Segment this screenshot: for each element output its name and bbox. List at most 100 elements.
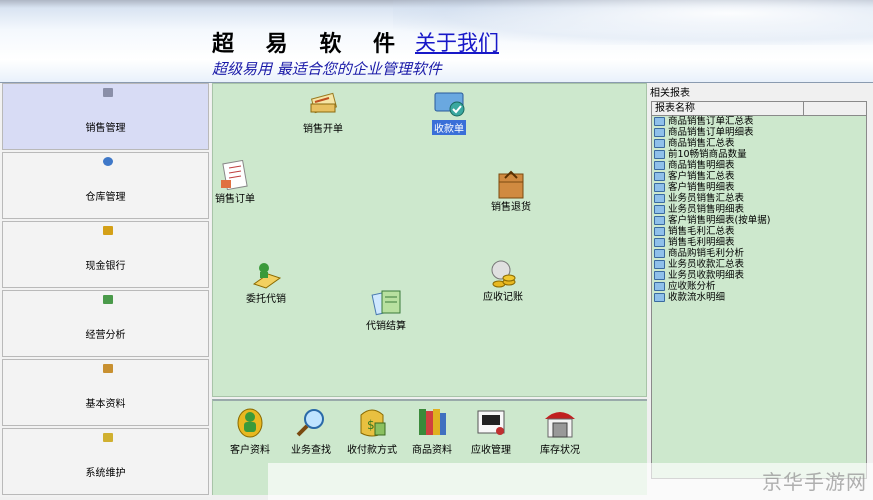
nav-item-label: 销售管理 <box>85 123 126 134</box>
nav-item-label: 经营分析 <box>85 330 126 341</box>
ws-receipt[interactable]: 收款单 <box>432 90 466 135</box>
receipt-icon <box>433 90 465 118</box>
receivable-manage-icon <box>474 405 508 439</box>
report-icon <box>654 249 665 258</box>
related-reports-panel: 相关报表 报表名称 商品销售订单汇总表 商品销售订单明细表 商品销售汇总表 前10畅销… <box>649 83 871 497</box>
report-icon <box>654 139 665 148</box>
report-list-item[interactable]: 商品销售订单明细表 <box>654 127 866 138</box>
nav-item-label: 基本资料 <box>85 399 126 410</box>
tb-inventory-status[interactable]: 库存状况 <box>540 405 580 456</box>
warehouse-icon <box>103 157 113 166</box>
consignment-settlement-icon <box>370 287 402 316</box>
sales-order-icon <box>219 159 251 191</box>
customer-icon <box>233 405 267 439</box>
report-list-item[interactable]: 销售毛利明细表 <box>654 237 866 248</box>
report-label: 业务员收款汇总表 <box>668 259 745 270</box>
maintenance-icon <box>103 433 113 442</box>
tb-business-search[interactable]: 业务查找 <box>291 405 331 456</box>
ws-consignment-settlement[interactable]: 代销结算 <box>366 287 406 332</box>
inventory-icon <box>543 405 577 439</box>
nav-item-label: 系统维护 <box>85 468 126 479</box>
watermark: 京华手游网 <box>762 470 867 494</box>
tb-receivable-manage[interactable]: 应收管理 <box>471 405 511 456</box>
report-icon <box>654 161 665 170</box>
reports-items: 商品销售订单汇总表 商品销售订单明细表 商品销售汇总表 前10畅销商品数量 商品销售明细… <box>652 116 866 303</box>
report-label: 应收账分析 <box>668 281 716 292</box>
report-label: 销售毛利明细表 <box>668 237 735 248</box>
report-icon <box>654 238 665 247</box>
report-label: 商品销售汇总表 <box>668 138 735 149</box>
report-label: 收款流水明细 <box>668 292 726 303</box>
report-list-item[interactable]: 前10畅销商品数量 <box>654 149 866 160</box>
nav-item-sales[interactable]: 销售管理 <box>2 83 209 150</box>
about-us-link[interactable]: 关于我们 <box>415 27 499 57</box>
report-label: 业务员销售汇总表 <box>668 193 745 204</box>
report-list-item[interactable]: 收款流水明细 <box>654 292 866 303</box>
ws-sales-return[interactable]: 销售退货 <box>491 168 531 213</box>
report-list-item[interactable]: 业务员销售明细表 <box>654 204 866 215</box>
report-list-item[interactable]: 应收账分析 <box>654 281 866 292</box>
report-label: 商品销售订单明细表 <box>668 127 754 138</box>
sales-invoice-icon <box>307 90 339 118</box>
report-icon <box>654 282 665 291</box>
report-label: 客户销售明细表 <box>668 182 735 193</box>
report-list-item[interactable]: 客户销售明细表(按单据) <box>654 215 866 226</box>
report-label: 业务员销售明细表 <box>668 204 745 215</box>
payment-method-icon: $ <box>355 405 389 439</box>
sales-icon <box>103 88 113 97</box>
product-icon <box>415 405 449 439</box>
data-icon <box>103 364 113 373</box>
nav-item-cash-bank[interactable]: 现金银行 <box>2 221 209 288</box>
report-list-item[interactable]: 商品销售汇总表 <box>654 138 866 149</box>
nav-item-label: 仓库管理 <box>85 192 126 203</box>
report-label: 前10畅销商品数量 <box>668 149 747 160</box>
report-list-item[interactable]: 业务员收款汇总表 <box>654 259 866 270</box>
report-list-item[interactable]: 商品销售订单汇总表 <box>654 116 866 127</box>
report-list-item[interactable]: 销售毛利汇总表 <box>654 226 866 237</box>
report-list-item[interactable]: 业务员收款明细表 <box>654 270 866 281</box>
chart-icon <box>103 295 113 304</box>
report-label: 商品销售订单汇总表 <box>668 116 754 127</box>
reports-title: 相关报表 <box>650 88 690 99</box>
cash-icon <box>103 226 113 235</box>
tb-customer-data[interactable]: 客户资料 <box>230 405 270 456</box>
reports-list[interactable]: 报表名称 商品销售订单汇总表 商品销售订单明细表 商品销售汇总表 前10畅销商品数量商… <box>651 101 867 479</box>
column-header-report-name[interactable]: 报表名称 <box>652 102 804 115</box>
report-list-item[interactable]: 客户销售汇总表 <box>654 171 866 182</box>
nav-item-analysis[interactable]: 经营分析 <box>2 290 209 357</box>
sales-return-icon <box>495 168 527 199</box>
report-icon <box>654 117 665 126</box>
nav-item-warehouse[interactable]: 仓库管理 <box>2 152 209 219</box>
ws-consignment[interactable]: 委托代销 <box>246 260 286 305</box>
receivable-icon <box>487 258 519 288</box>
report-list-item[interactable]: 商品销售明细表 <box>654 160 866 171</box>
search-icon <box>294 405 328 439</box>
report-icon <box>654 172 665 181</box>
report-label: 商品销售明细表 <box>668 160 735 171</box>
ws-receivable[interactable]: 应收记账 <box>483 258 523 303</box>
report-list-item[interactable]: 商品购销毛利分析 <box>654 248 866 259</box>
report-icon <box>654 260 665 269</box>
nav-item-system[interactable]: 系统维护 <box>2 428 209 495</box>
report-icon <box>654 183 665 192</box>
tb-payment-method[interactable]: $ 收付款方式 <box>347 405 397 456</box>
report-icon <box>654 216 665 225</box>
tb-product-data[interactable]: 商品资料 <box>412 405 452 456</box>
report-icon <box>654 205 665 214</box>
nav-item-label: 现金银行 <box>85 261 126 272</box>
workspace: 销售开单 收款单 销售订单 销售退货 委托代销 应收记账 代销结算 <box>212 83 647 397</box>
nav-item-basic-data[interactable]: 基本资料 <box>2 359 209 426</box>
brand-title: 超 易 软 件 <box>212 31 407 57</box>
report-list-item[interactable]: 客户销售明细表 <box>654 182 866 193</box>
ws-sales-order[interactable]: 销售订单 <box>215 159 255 205</box>
ws-sales-invoice[interactable]: 销售开单 <box>303 90 343 135</box>
report-icon <box>654 227 665 236</box>
svg-text:$: $ <box>367 418 375 432</box>
report-label: 客户销售明细表(按单据) <box>668 215 771 226</box>
consignment-icon <box>250 260 282 289</box>
report-label: 客户销售汇总表 <box>668 171 735 182</box>
report-list-item[interactable]: 业务员销售汇总表 <box>654 193 866 204</box>
report-icon <box>654 194 665 203</box>
report-icon <box>654 150 665 159</box>
module-nav: 销售管理 仓库管理 现金银行 经营分析 基本资料 系统维护 <box>0 83 211 497</box>
